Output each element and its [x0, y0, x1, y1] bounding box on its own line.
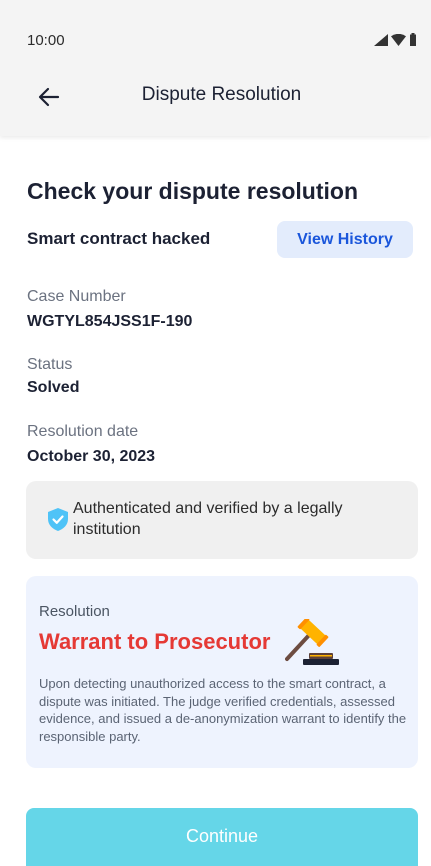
status-label: Status — [27, 356, 73, 373]
resolution-label: Resolution — [39, 603, 110, 620]
case-number-value: WGTYL854JSS1F-190 — [27, 313, 193, 330]
case-number-label: Case Number — [27, 288, 126, 305]
status-icons — [374, 33, 417, 46]
main-heading: Check your dispute resolution — [27, 178, 358, 204]
battery-icon — [410, 33, 416, 46]
status-time: 10:00 — [27, 32, 65, 49]
wifi-icon — [391, 33, 406, 46]
resolution-date-value: October 30, 2023 — [27, 448, 156, 465]
verification-notice: Authenticated and verified by a legally … — [26, 481, 418, 559]
resolution-description: Upon detecting unauthorized access to th… — [39, 676, 407, 744]
resolution-date-label: Resolution date — [27, 423, 139, 440]
verification-text: Authenticated and verified by a legally … — [73, 500, 343, 538]
view-history-button[interactable]: View History — [277, 221, 413, 258]
page-title: Dispute Resolution — [141, 84, 302, 105]
top-app-bar: 10:00 Dispute Resolution — [0, 0, 431, 136]
dispute-subject: Smart contract hacked — [27, 229, 211, 248]
resolution-card: Resolution Warrant to Prosecutor Upon de… — [26, 576, 418, 768]
continue-button[interactable]: Continue — [26, 808, 418, 866]
shield-check-icon — [48, 508, 68, 531]
gavel-icon — [285, 619, 339, 665]
resolution-title: Warrant to Prosecutor — [39, 629, 271, 654]
signal-icon — [374, 33, 388, 46]
status-value: Solved — [27, 379, 80, 396]
